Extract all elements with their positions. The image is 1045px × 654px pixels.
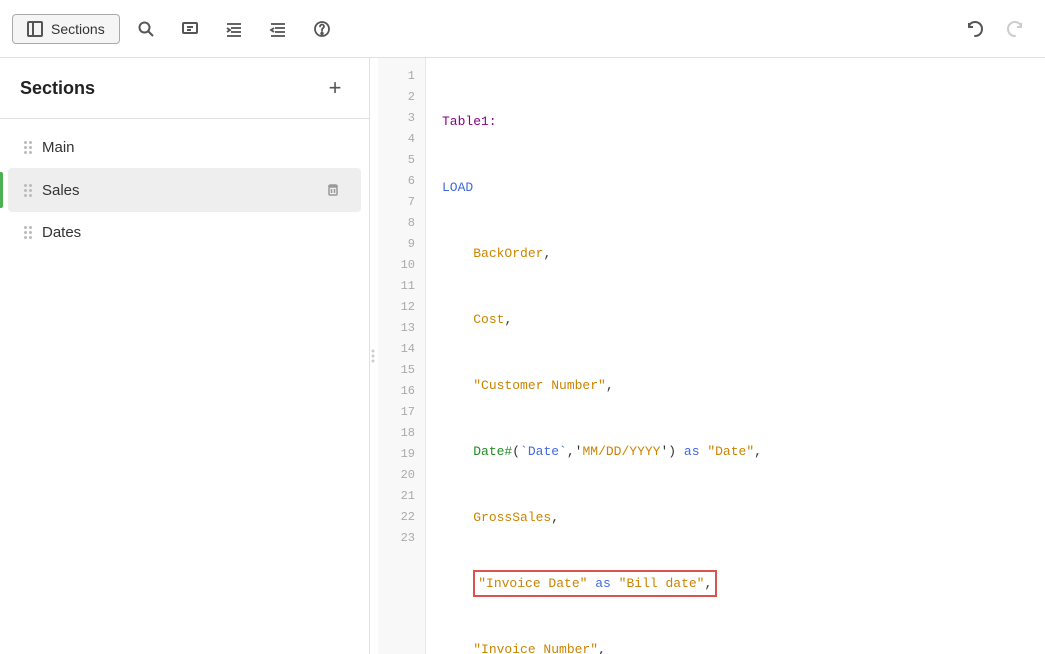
search-icon — [137, 20, 155, 38]
redo-button[interactable] — [997, 11, 1033, 47]
drag-handle-dates — [24, 226, 32, 239]
sidebar-item-dates[interactable]: Dates — [8, 214, 361, 251]
resize-handle[interactable] — [370, 58, 378, 654]
redo-icon — [1005, 19, 1025, 39]
code-line-2: LOAD — [442, 177, 1029, 198]
sidebar-header: Sections + — [0, 58, 369, 119]
sections-panel-icon — [27, 21, 43, 37]
search-button[interactable] — [128, 11, 164, 47]
toolbar-right — [957, 11, 1033, 47]
code-line-5: "Customer Number", — [442, 375, 1029, 396]
indent-button[interactable] — [216, 11, 252, 47]
code-line-7: GrossSales, — [442, 507, 1029, 528]
drag-handle-main — [24, 141, 32, 154]
line-numbers: 1 2 3 4 5 6 7 8 9 10 11 12 13 14 15 16 1… — [378, 58, 426, 654]
outdent-button[interactable] — [260, 11, 296, 47]
sections-button-label: Sections — [51, 21, 105, 37]
sidebar-item-main[interactable]: Main — [8, 129, 361, 166]
help-icon — [313, 20, 331, 38]
help-button[interactable] — [304, 11, 340, 47]
code-line-6: Date#(`Date`,'MM/DD/YYYY') as "Date", — [442, 441, 1029, 462]
code-line-1: Table1: — [442, 111, 1029, 132]
outdent-icon — [269, 20, 287, 38]
sidebar: Sections + Main — [0, 58, 370, 654]
code-line-3: BackOrder, — [442, 243, 1029, 264]
sidebar-title: Sections — [20, 78, 95, 99]
undo-icon — [965, 19, 985, 39]
sidebar-item-label-main: Main — [42, 139, 345, 156]
code-line-4: Cost, — [442, 309, 1029, 330]
sections-button[interactable]: Sections — [12, 14, 120, 44]
comment-icon — [181, 20, 199, 38]
sidebar-item-sales[interactable]: Sales — [8, 168, 361, 212]
sidebar-items-list: Main — [0, 119, 369, 654]
code-editor[interactable]: 1 2 3 4 5 6 7 8 9 10 11 12 13 14 15 16 1… — [378, 58, 1045, 654]
code-content[interactable]: Table1: LOAD BackOrder, Cost, "Customer … — [426, 58, 1045, 654]
comment-button[interactable] — [172, 11, 208, 47]
code-line-8: "Invoice Date" as "Bill date", — [442, 573, 1029, 594]
sidebar-item-label-sales: Sales — [42, 182, 321, 199]
code-line-9: "Invoice Number", — [442, 639, 1029, 654]
sidebar-item-label-dates: Dates — [42, 224, 345, 241]
toolbar: Sections — [0, 0, 1045, 58]
indent-icon — [225, 20, 243, 38]
main-content: Sections + Main — [0, 58, 1045, 654]
add-section-button[interactable]: + — [321, 74, 349, 102]
trash-icon — [325, 182, 341, 198]
drag-handle-sales — [24, 184, 32, 197]
delete-sales-button[interactable] — [321, 178, 345, 202]
undo-button[interactable] — [957, 11, 993, 47]
